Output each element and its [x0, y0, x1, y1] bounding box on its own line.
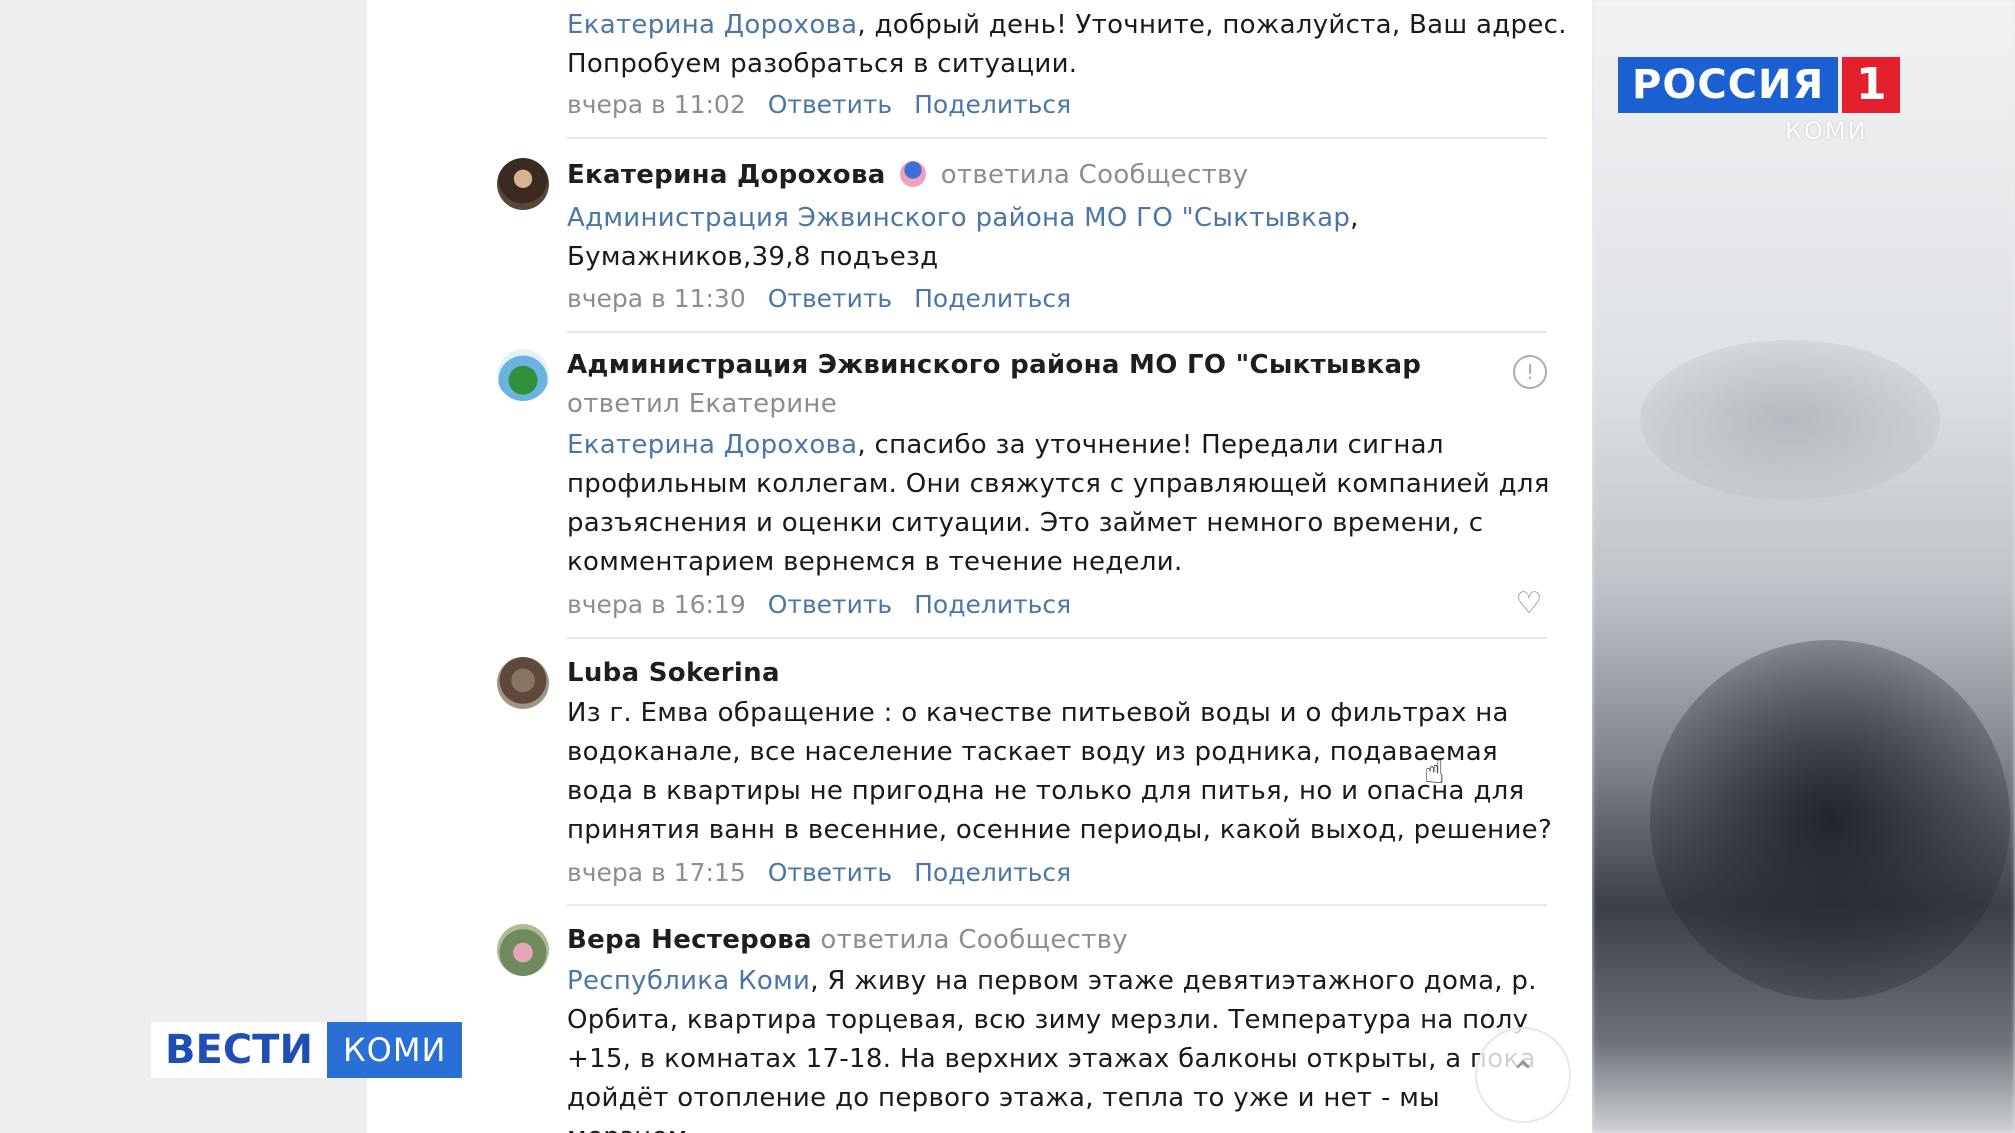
mention-link[interactable]: Екатерина Дорохова: [567, 10, 857, 40]
channel-logo-word: РОССИЯ: [1618, 57, 1839, 113]
channel-region: КОМИ: [1785, 117, 1868, 145]
reply-button[interactable]: Ответить: [768, 590, 892, 619]
reply-button[interactable]: Ответить: [768, 858, 892, 887]
hand-cursor-icon: ☝: [1424, 752, 1445, 792]
comment-header: Luba Sokerina: [567, 654, 1567, 693]
program-logo: ВЕСТИ КОМИ: [151, 1022, 463, 1078]
comment-author[interactable]: Luba Sokerina: [567, 658, 780, 688]
comment-author[interactable]: Вера Нестерова: [567, 925, 812, 955]
comment-text: Екатерина Дорохова, спасибо за уточнение…: [567, 430, 1550, 577]
avatar[interactable]: [497, 924, 549, 976]
comment-header: Вера Нестерова ответила Сообществу: [567, 921, 1567, 960]
share-button[interactable]: Поделиться: [914, 90, 1071, 119]
comment-author[interactable]: Екатерина Дорохова: [567, 160, 886, 190]
right-blur-shape: [1640, 340, 1940, 500]
reply-button[interactable]: Ответить: [768, 284, 892, 313]
share-button[interactable]: Поделиться: [914, 590, 1071, 619]
channel-logo-number: 1: [1842, 57, 1901, 113]
left-background: [0, 0, 367, 1133]
avatar[interactable]: [497, 158, 549, 210]
comment-time[interactable]: вчера в 16:19: [567, 590, 746, 619]
comment-text: Республика Коми, Я живу на первом этаже …: [567, 966, 1537, 1133]
comment-time[interactable]: вчера в 17:15: [567, 858, 746, 887]
report-icon[interactable]: !: [1513, 355, 1547, 389]
comment-action: ответила Сообществу: [940, 160, 1249, 190]
scroll-to-top-button[interactable]: ⌃: [1475, 1027, 1571, 1123]
comment-header: Администрация Эжвинского района МО ГО "С…: [567, 346, 1507, 424]
channel-logo: РОССИЯ 1: [1618, 57, 1901, 113]
program-logo-word: ВЕСТИ: [151, 1022, 327, 1078]
divider: [567, 904, 1547, 906]
comment-meta: вчера в 17:15 Ответить Поделиться: [567, 858, 1071, 887]
avatar[interactable]: [497, 657, 549, 709]
avatar[interactable]: [497, 349, 549, 401]
comment-action: ответила Сообществу: [820, 925, 1128, 955]
right-blur-shape: [1650, 640, 2010, 1000]
comment-action: ответил Екатерине: [567, 389, 838, 419]
comment-meta: вчера в 11:02 Ответить Поделиться: [567, 90, 1071, 119]
divider: [567, 637, 1547, 639]
like-icon[interactable]: ♡: [1513, 588, 1545, 620]
reply-button[interactable]: Ответить: [768, 90, 892, 119]
program-logo-region: КОМИ: [326, 1022, 463, 1078]
share-button[interactable]: Поделиться: [914, 858, 1071, 887]
comment-author[interactable]: Администрация Эжвинского района МО ГО "С…: [567, 350, 1421, 380]
share-button[interactable]: Поделиться: [914, 284, 1071, 313]
avatar-badge-icon: [900, 161, 927, 187]
divider: [567, 331, 1547, 333]
comment-time[interactable]: вчера в 11:30: [567, 284, 746, 313]
comments-panel: Екатерина Дорохова, добрый день! Уточнит…: [367, 0, 1592, 1133]
comment-text: Администрация Эжвинского района МО ГО "С…: [567, 203, 1359, 272]
comment-meta: вчера в 16:19 Ответить Поделиться: [567, 590, 1071, 619]
comment-meta: вчера в 11:30 Ответить Поделиться: [567, 284, 1071, 313]
comment-header: Екатерина Дорохова ответила Сообществу: [567, 156, 1567, 195]
mention-link[interactable]: Екатерина Дорохова: [567, 430, 857, 460]
divider: [567, 137, 1547, 139]
mention-link[interactable]: Администрация Эжвинского района МО ГО "С…: [567, 203, 1350, 233]
comment-text: Из г. Емва обращение : о качестве питьев…: [567, 698, 1553, 845]
mention-link[interactable]: Республика Коми: [567, 966, 810, 996]
comment-time[interactable]: вчера в 11:02: [567, 90, 746, 119]
comment-text: Екатерина Дорохова, добрый день! Уточнит…: [567, 10, 1567, 79]
